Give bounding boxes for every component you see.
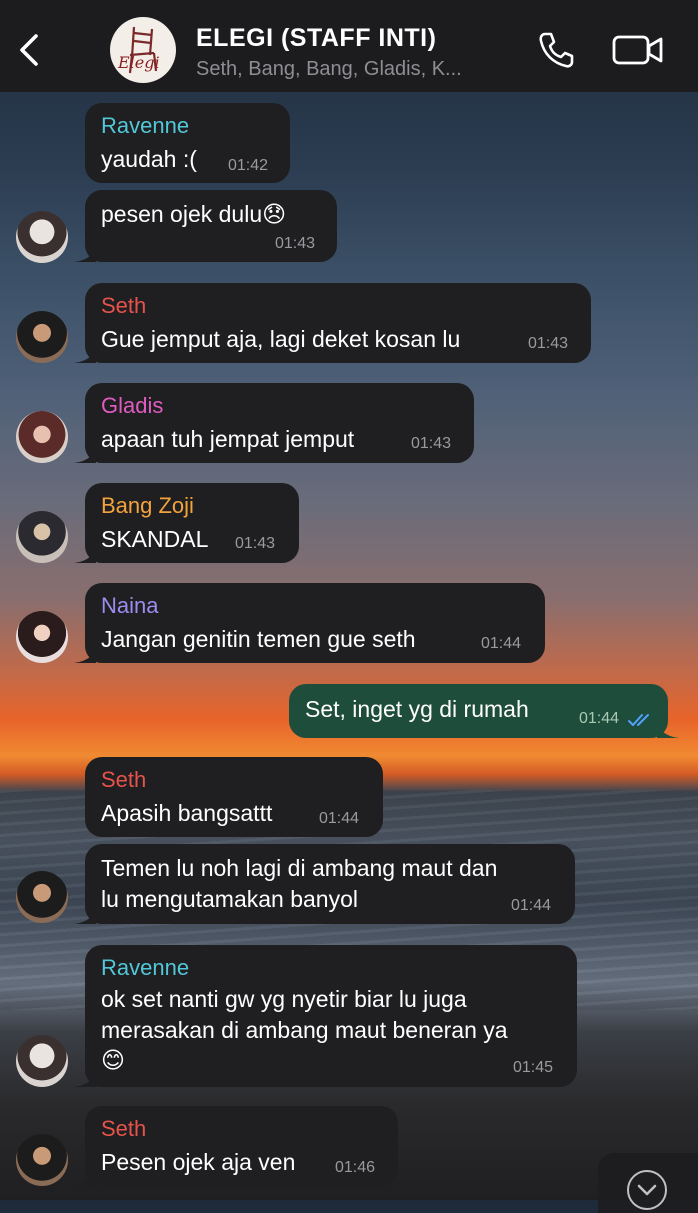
phone-call-icon[interactable] bbox=[536, 30, 576, 70]
video-call-icon[interactable] bbox=[612, 34, 664, 66]
group-title[interactable]: ELEGI (STAFF INTI) bbox=[196, 24, 436, 53]
chat-header: Elegi ELEGI (STAFF INTI) Seth, Bang, Ban… bbox=[0, 0, 698, 92]
message-text: SKANDAL bbox=[101, 526, 209, 552]
message-bubble[interactable]: Gladis apaan tuh jempat jemput 01:43 bbox=[74, 383, 474, 463]
message-text: Gue jemput aja, lagi deket kosan lu bbox=[101, 326, 461, 352]
sender-name: Ravenne bbox=[101, 113, 190, 138]
message-bubble[interactable]: Ravenne yaudah :( 01:42 bbox=[85, 103, 290, 183]
bubble-tail bbox=[74, 902, 96, 924]
sender-name: Ravenne bbox=[101, 955, 190, 980]
outgoing-message-bubble[interactable]: Set, inget yg di rumah 01:44 bbox=[289, 684, 679, 738]
message-bubble[interactable]: pesen ojek dulu😞 01:43 bbox=[74, 190, 337, 262]
avatar-naina[interactable] bbox=[16, 611, 68, 663]
bubble-tail bbox=[74, 1164, 96, 1186]
bubble-tail bbox=[74, 341, 96, 363]
message-bubble[interactable]: Bang Zoji SKANDAL 01:43 bbox=[74, 483, 299, 563]
sender-name: Naina bbox=[101, 593, 159, 618]
message-time: 01:43 bbox=[411, 435, 452, 452]
disappointed-emoji-icon: 😞 bbox=[262, 202, 287, 228]
avatar-ravenne[interactable] bbox=[16, 211, 68, 263]
message-text: yaudah :( bbox=[101, 146, 197, 172]
message-time: 01:45 bbox=[513, 1059, 554, 1076]
sender-name: Seth bbox=[101, 767, 147, 792]
message-text: pesen ojek dulu😞 bbox=[101, 198, 286, 231]
message-time: 01:44 bbox=[481, 635, 522, 652]
message-text-line-1: Temen lu noh lagi di ambang maut dan bbox=[101, 855, 498, 881]
sender-name: Seth bbox=[101, 1116, 147, 1141]
message-time: 01:43 bbox=[528, 335, 569, 352]
message-text: Jangan genitin temen gue seth bbox=[101, 626, 416, 652]
message-bubble[interactable]: Seth Pesen ojek aja ven 01:46 bbox=[74, 1106, 398, 1186]
bubble-tail bbox=[74, 541, 96, 563]
message-text-line-1: ok set nanti gw yg nyetir biar lu juga bbox=[101, 986, 467, 1012]
bubble-tail bbox=[657, 716, 679, 738]
message-text-content: pesen ojek dulu bbox=[101, 201, 263, 227]
sender-name: Gladis bbox=[101, 393, 164, 418]
bubble-tail bbox=[74, 1065, 96, 1087]
message-time: 01:44 bbox=[319, 810, 360, 827]
sender-name: Seth bbox=[101, 293, 147, 318]
message-text-line-2: merasakan di ambang maut beneran ya bbox=[101, 1017, 508, 1043]
avatar-bang-zoji[interactable] bbox=[16, 511, 68, 563]
chevron-down-icon bbox=[637, 1184, 657, 1196]
back-arrow-icon[interactable] bbox=[14, 30, 46, 70]
message-text: Apasih bangsattt bbox=[101, 800, 273, 826]
bubble-tail bbox=[74, 240, 96, 262]
message-bubble[interactable]: Seth Apasih bangsattt 01:44 bbox=[85, 757, 383, 837]
sender-name: Bang Zoji bbox=[101, 493, 194, 518]
message-time: 01:43 bbox=[235, 535, 276, 552]
message-text: apaan tuh jempat jemput bbox=[101, 426, 355, 452]
message-bubble[interactable]: Naina Jangan genitin temen gue seth 01:4… bbox=[74, 583, 545, 663]
message-time: 01:44 bbox=[579, 710, 620, 727]
message-text-line-2: lu mengutamakan banyol bbox=[101, 886, 358, 912]
message-time: 01:42 bbox=[228, 157, 269, 174]
message-time: 01:44 bbox=[511, 897, 552, 914]
message-text: Set, inget yg di rumah bbox=[305, 696, 529, 722]
bubble-tail bbox=[74, 441, 96, 463]
avatar-seth[interactable] bbox=[16, 311, 68, 363]
group-members[interactable]: Seth, Bang, Bang, Gladis, K... bbox=[196, 58, 462, 81]
message-bubble[interactable]: Temen lu noh lagi di ambang maut dan lu … bbox=[74, 844, 575, 924]
message-text: Pesen ojek aja ven bbox=[101, 1149, 296, 1175]
avatar-ravenne[interactable] bbox=[16, 1035, 68, 1087]
group-logo-text: Elegi bbox=[118, 53, 160, 72]
group-avatar[interactable]: Elegi bbox=[110, 17, 176, 83]
bubble-tail bbox=[74, 641, 96, 663]
chair-logo-icon bbox=[128, 26, 158, 74]
scroll-to-bottom-button[interactable] bbox=[598, 1153, 698, 1213]
avatar-seth[interactable] bbox=[16, 1134, 68, 1186]
message-bubble[interactable]: Seth Gue jemput aja, lagi deket kosan lu… bbox=[74, 283, 591, 363]
double-check-read-icon bbox=[628, 714, 649, 726]
avatar-seth[interactable] bbox=[16, 871, 68, 923]
message-time: 01:46 bbox=[335, 1159, 376, 1176]
message-bubble[interactable]: Ravenne ok set nanti gw yg nyetir biar l… bbox=[74, 945, 577, 1087]
scroll-down-circle bbox=[627, 1170, 667, 1210]
message-time: 01:43 bbox=[275, 235, 316, 252]
avatar-gladis[interactable] bbox=[16, 411, 68, 463]
smiling-emoji-icon: 😊 bbox=[101, 1048, 125, 1074]
